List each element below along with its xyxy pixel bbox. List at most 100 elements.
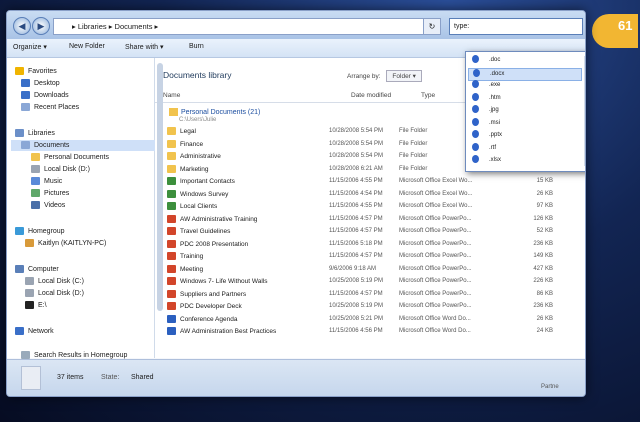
filter-option[interactable]: .htm	[468, 92, 580, 104]
sidebar-item-downloads[interactable]: Downloads	[21, 90, 69, 101]
file-name: AW Administration Best Practices	[167, 326, 276, 337]
arrange-by-label: Arrange by:	[347, 73, 381, 80]
organize-button[interactable]: Organize ▾	[13, 43, 47, 51]
file-type: Microsoft Office Excel Wo...	[399, 178, 473, 184]
refresh-icon[interactable]: ↻	[423, 18, 441, 35]
file-name: Legal	[167, 126, 196, 137]
new-folder-button[interactable]: New Folder	[69, 43, 105, 50]
date-modified: 10/28/2008 5:54 PM	[329, 140, 384, 147]
ppt-icon	[167, 227, 176, 236]
sidebar-item-computer[interactable]: Computer	[15, 264, 59, 275]
filter-option[interactable]: .xlsx	[468, 155, 580, 166]
table-row[interactable]: Meeting 9/6/2006 9:18 AM Microsoft Office …	[155, 264, 585, 275]
folder-icon	[31, 153, 40, 162]
file-size: 126 KB	[533, 215, 553, 222]
table-row[interactable]: Windows Survey 11/15/2006 4:54 PM Microsof…	[155, 189, 585, 200]
group-header[interactable]: Personal Documents (21)	[169, 108, 260, 116]
dropdown-scrollbar[interactable]	[584, 56, 585, 166]
table-row[interactable]: Training 11/15/2006 4:57 PM Microsoft Offi…	[155, 251, 585, 262]
table-row[interactable]: Conference Agenda 10/25/2008 5:21 PM Micro…	[155, 314, 585, 325]
table-row[interactable]: Windows 7- Life Without Walls 10/25/2008 …	[155, 276, 585, 287]
table-row[interactable]: PDC 2008 Presentation 11/15/2006 5:18 PM M…	[155, 239, 585, 250]
date-modified: 11/15/2006 4:54 PM	[329, 190, 383, 197]
table-row[interactable]: Travel Guidelines 11/15/2006 4:57 PM Micro…	[155, 226, 585, 237]
file-type-icon	[472, 142, 479, 151]
file-name: Travel Guidelines	[167, 226, 230, 237]
ppt-icon	[167, 277, 176, 286]
table-row[interactable]: Important Contacts 11/15/2006 4:55 PM Micr…	[155, 176, 585, 187]
filter-option[interactable]: .pptx	[468, 130, 580, 141]
library-icon	[21, 366, 41, 390]
sidebar-item-favorites[interactable]: Favorites	[15, 66, 57, 77]
table-row[interactable]: AW Administration Best Practices 11/15/20…	[155, 326, 585, 337]
share-with-button[interactable]: Share with ▾	[125, 43, 164, 51]
sidebar-item-homegroup[interactable]: Homegroup	[15, 226, 65, 237]
desktop-icon	[21, 79, 30, 88]
sidebar-item-e[interactable]: E:\	[25, 300, 47, 311]
filter-option[interactable]: .docx	[468, 67, 582, 81]
table-row[interactable]: Suppliers and Partners 11/15/2006 4:57 PM…	[155, 289, 585, 300]
arrange-by: Arrange by: Folder ▾	[347, 70, 422, 82]
file-name: Suppliers and Partners	[167, 289, 246, 300]
address-path[interactable]: ▸ Libraries ▸ Documents ▸	[53, 18, 439, 35]
table-row[interactable]: AW Administrative Training 11/15/2006 4:5…	[155, 214, 585, 225]
navigation-pane: Favorites Desktop Downloads Recent Place…	[7, 58, 161, 360]
ppt-icon	[167, 214, 176, 223]
sidebar-item-network[interactable]: Network	[15, 326, 54, 337]
forward-arrow-icon[interactable]: ▶	[32, 17, 50, 35]
date-modified: 10/25/2008 5:19 PM	[329, 303, 384, 309]
sidebar-item-desktop[interactable]: Desktop	[21, 78, 60, 89]
file-type-icon	[472, 105, 479, 114]
burn-button[interactable]: Burn	[189, 43, 204, 50]
address-path-text: ▸ Libraries ▸ Documents ▸	[72, 22, 159, 31]
sidebar-item-personal-documents[interactable]: Personal Documents	[31, 152, 109, 163]
folder-icon	[167, 164, 176, 173]
sidebar-item-music[interactable]: Music	[31, 176, 62, 187]
recent-places-icon	[21, 103, 30, 112]
state-label: State:	[101, 374, 120, 381]
ppt-icon	[167, 252, 176, 261]
folder-icon	[169, 108, 178, 116]
arrange-by-dropdown[interactable]: Folder ▾	[386, 70, 422, 82]
item-count: 37 items	[57, 374, 84, 381]
navigation-scrollbar[interactable]	[157, 63, 163, 311]
sidebar-item-libraries[interactable]: Libraries	[15, 128, 55, 139]
search-input-text: type:	[454, 23, 470, 30]
file-name: PDC Developer Deck	[167, 301, 242, 312]
usb-drive-icon	[25, 301, 34, 310]
drive-icon	[25, 277, 34, 286]
column-header-name[interactable]: Name	[163, 92, 180, 99]
table-row[interactable]: PDC Developer Deck 10/25/2008 5:19 PM Micr…	[155, 301, 585, 312]
filter-option[interactable]: .jpg	[468, 105, 580, 116]
column-header-date[interactable]: Date modified	[351, 92, 391, 99]
filter-option[interactable]: .rtf	[468, 142, 580, 154]
sidebar-item-recent-places[interactable]: Recent Places	[21, 102, 79, 113]
file-name: Windows Survey	[167, 189, 228, 200]
file-size: 226 KB	[533, 278, 553, 284]
file-name: Windows 7- Life Without Walls	[167, 276, 268, 287]
sidebar-item-documents[interactable]: Documents	[11, 140, 161, 151]
filter-option[interactable]: .exe	[468, 80, 580, 91]
sidebar-item-kaitlyn[interactable]: Kaitlyn (KAITLYN-PC)	[25, 238, 106, 249]
computer-icon	[15, 265, 24, 274]
excel-icon	[167, 189, 176, 198]
file-type: File Folder	[399, 140, 428, 147]
back-arrow-icon[interactable]: ◀	[13, 17, 31, 35]
filter-option[interactable]: .msi	[468, 117, 580, 129]
file-name: Finance	[167, 139, 203, 150]
date-modified: 11/15/2006 4:55 PM	[329, 203, 383, 209]
sidebar-item-local-disk-c[interactable]: Local Disk (C:)	[25, 276, 84, 287]
file-name: Conference Agenda	[167, 314, 237, 325]
excel-icon	[167, 202, 176, 211]
corner-text: Partne	[541, 384, 559, 390]
sidebar-item-pictures[interactable]: Pictures	[31, 188, 69, 199]
search-input[interactable]: type:	[449, 18, 583, 35]
sidebar-item-videos[interactable]: Videos	[31, 200, 65, 211]
date-modified: 10/28/2008 5:54 PM	[329, 128, 384, 134]
date-modified: 11/15/2006 4:57 PM	[329, 253, 383, 259]
sidebar-item-local-disk-d2[interactable]: Local Disk (D:)	[25, 288, 84, 299]
column-header-type[interactable]: Type	[421, 92, 435, 99]
filter-option[interactable]: .doc	[468, 55, 580, 66]
table-row[interactable]: Local Clients 11/15/2006 4:55 PM Microsoft…	[155, 201, 585, 212]
sidebar-item-local-disk-d[interactable]: Local Disk (D:)	[31, 164, 90, 175]
